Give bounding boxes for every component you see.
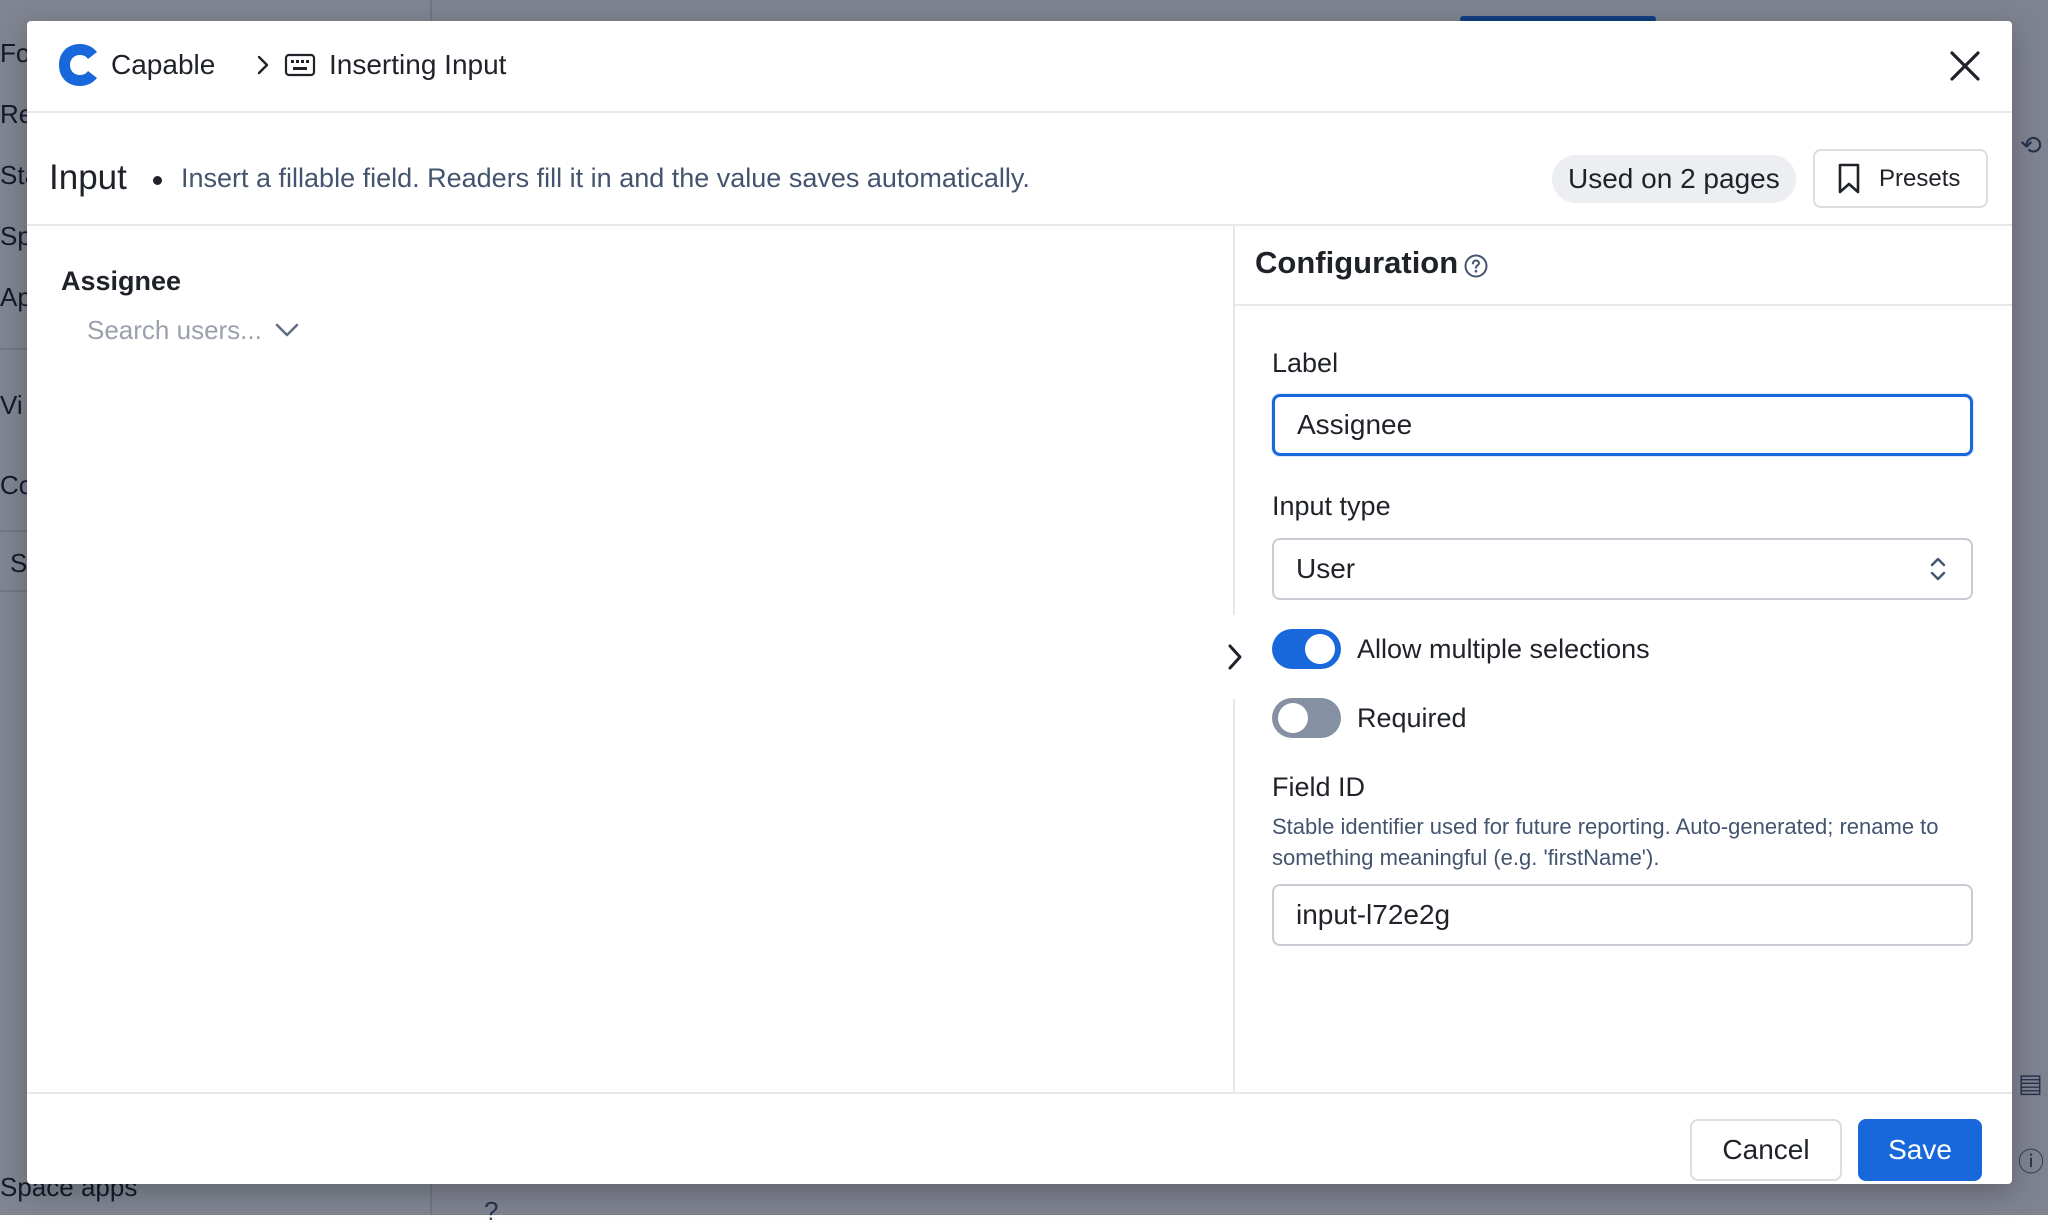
bullet-separator [153,176,162,185]
insert-input-dialog: Capable Inserting Input Input Insert a f… [27,21,2012,1184]
chevron-down-icon [275,323,299,337]
dialog-topbar: Capable Inserting Input [27,21,2012,113]
label-field-label: Label [1272,348,1339,378]
close-icon [1950,51,1980,81]
chevron-right-icon [257,55,269,75]
toggle-knob [1305,634,1335,664]
required-toggle[interactable] [1272,698,1341,738]
user-search-select[interactable]: Search users... [87,308,302,352]
element-description: Insert a fillable field. Readers fill it… [181,163,1030,193]
capable-logo-icon [59,44,97,86]
cancel-button[interactable]: Cancel [1690,1119,1842,1181]
field-id-label: Field ID [1272,772,1366,802]
user-search-placeholder: Search users... [87,314,262,345]
allow-multiple-toggle[interactable] [1272,629,1341,669]
usage-badge[interactable]: Used on 2 pages [1552,155,1796,203]
configuration-panel: Configuration Label Input type User Allo… [1235,226,2012,1092]
help-circle-icon[interactable] [1463,253,1489,279]
presets-button[interactable]: Presets [1813,149,1988,208]
dialog-footer: Cancel Save [27,1092,2012,1184]
required-label: Required [1357,702,1467,733]
input-type-select[interactable]: User [1272,538,1973,600]
input-type-label: Input type [1272,491,1391,521]
bookmark-icon [1838,163,1860,193]
keyboard-icon [284,53,316,77]
input-type-value: User [1296,553,1356,584]
label-input[interactable] [1272,394,1973,456]
preview-field-label: Assignee [61,266,182,296]
configuration-title: Configuration [1255,245,1459,280]
close-button[interactable] [1944,45,1986,87]
input-preview-panel: Assignee Search users... [27,226,1233,1092]
field-id-help: Stable identifier used for future report… [1272,814,1939,870]
configuration-header: Configuration [1235,226,2012,306]
allow-multiple-label: Allow multiple selections [1357,633,1650,664]
breadcrumb-title: Inserting Input [329,49,507,80]
required-row: Required [1272,698,1467,738]
field-id-input[interactable] [1272,884,1973,946]
dialog-header: Input Insert a fillable field. Readers f… [27,113,2012,226]
brand-name: Capable [111,49,216,80]
sort-updown-icon [1930,557,1946,581]
allow-multiple-row: Allow multiple selections [1272,629,1650,669]
save-button[interactable]: Save [1858,1119,1982,1181]
toggle-knob [1278,703,1308,733]
element-title: Input [49,158,127,197]
presets-label: Presets [1879,164,1961,192]
